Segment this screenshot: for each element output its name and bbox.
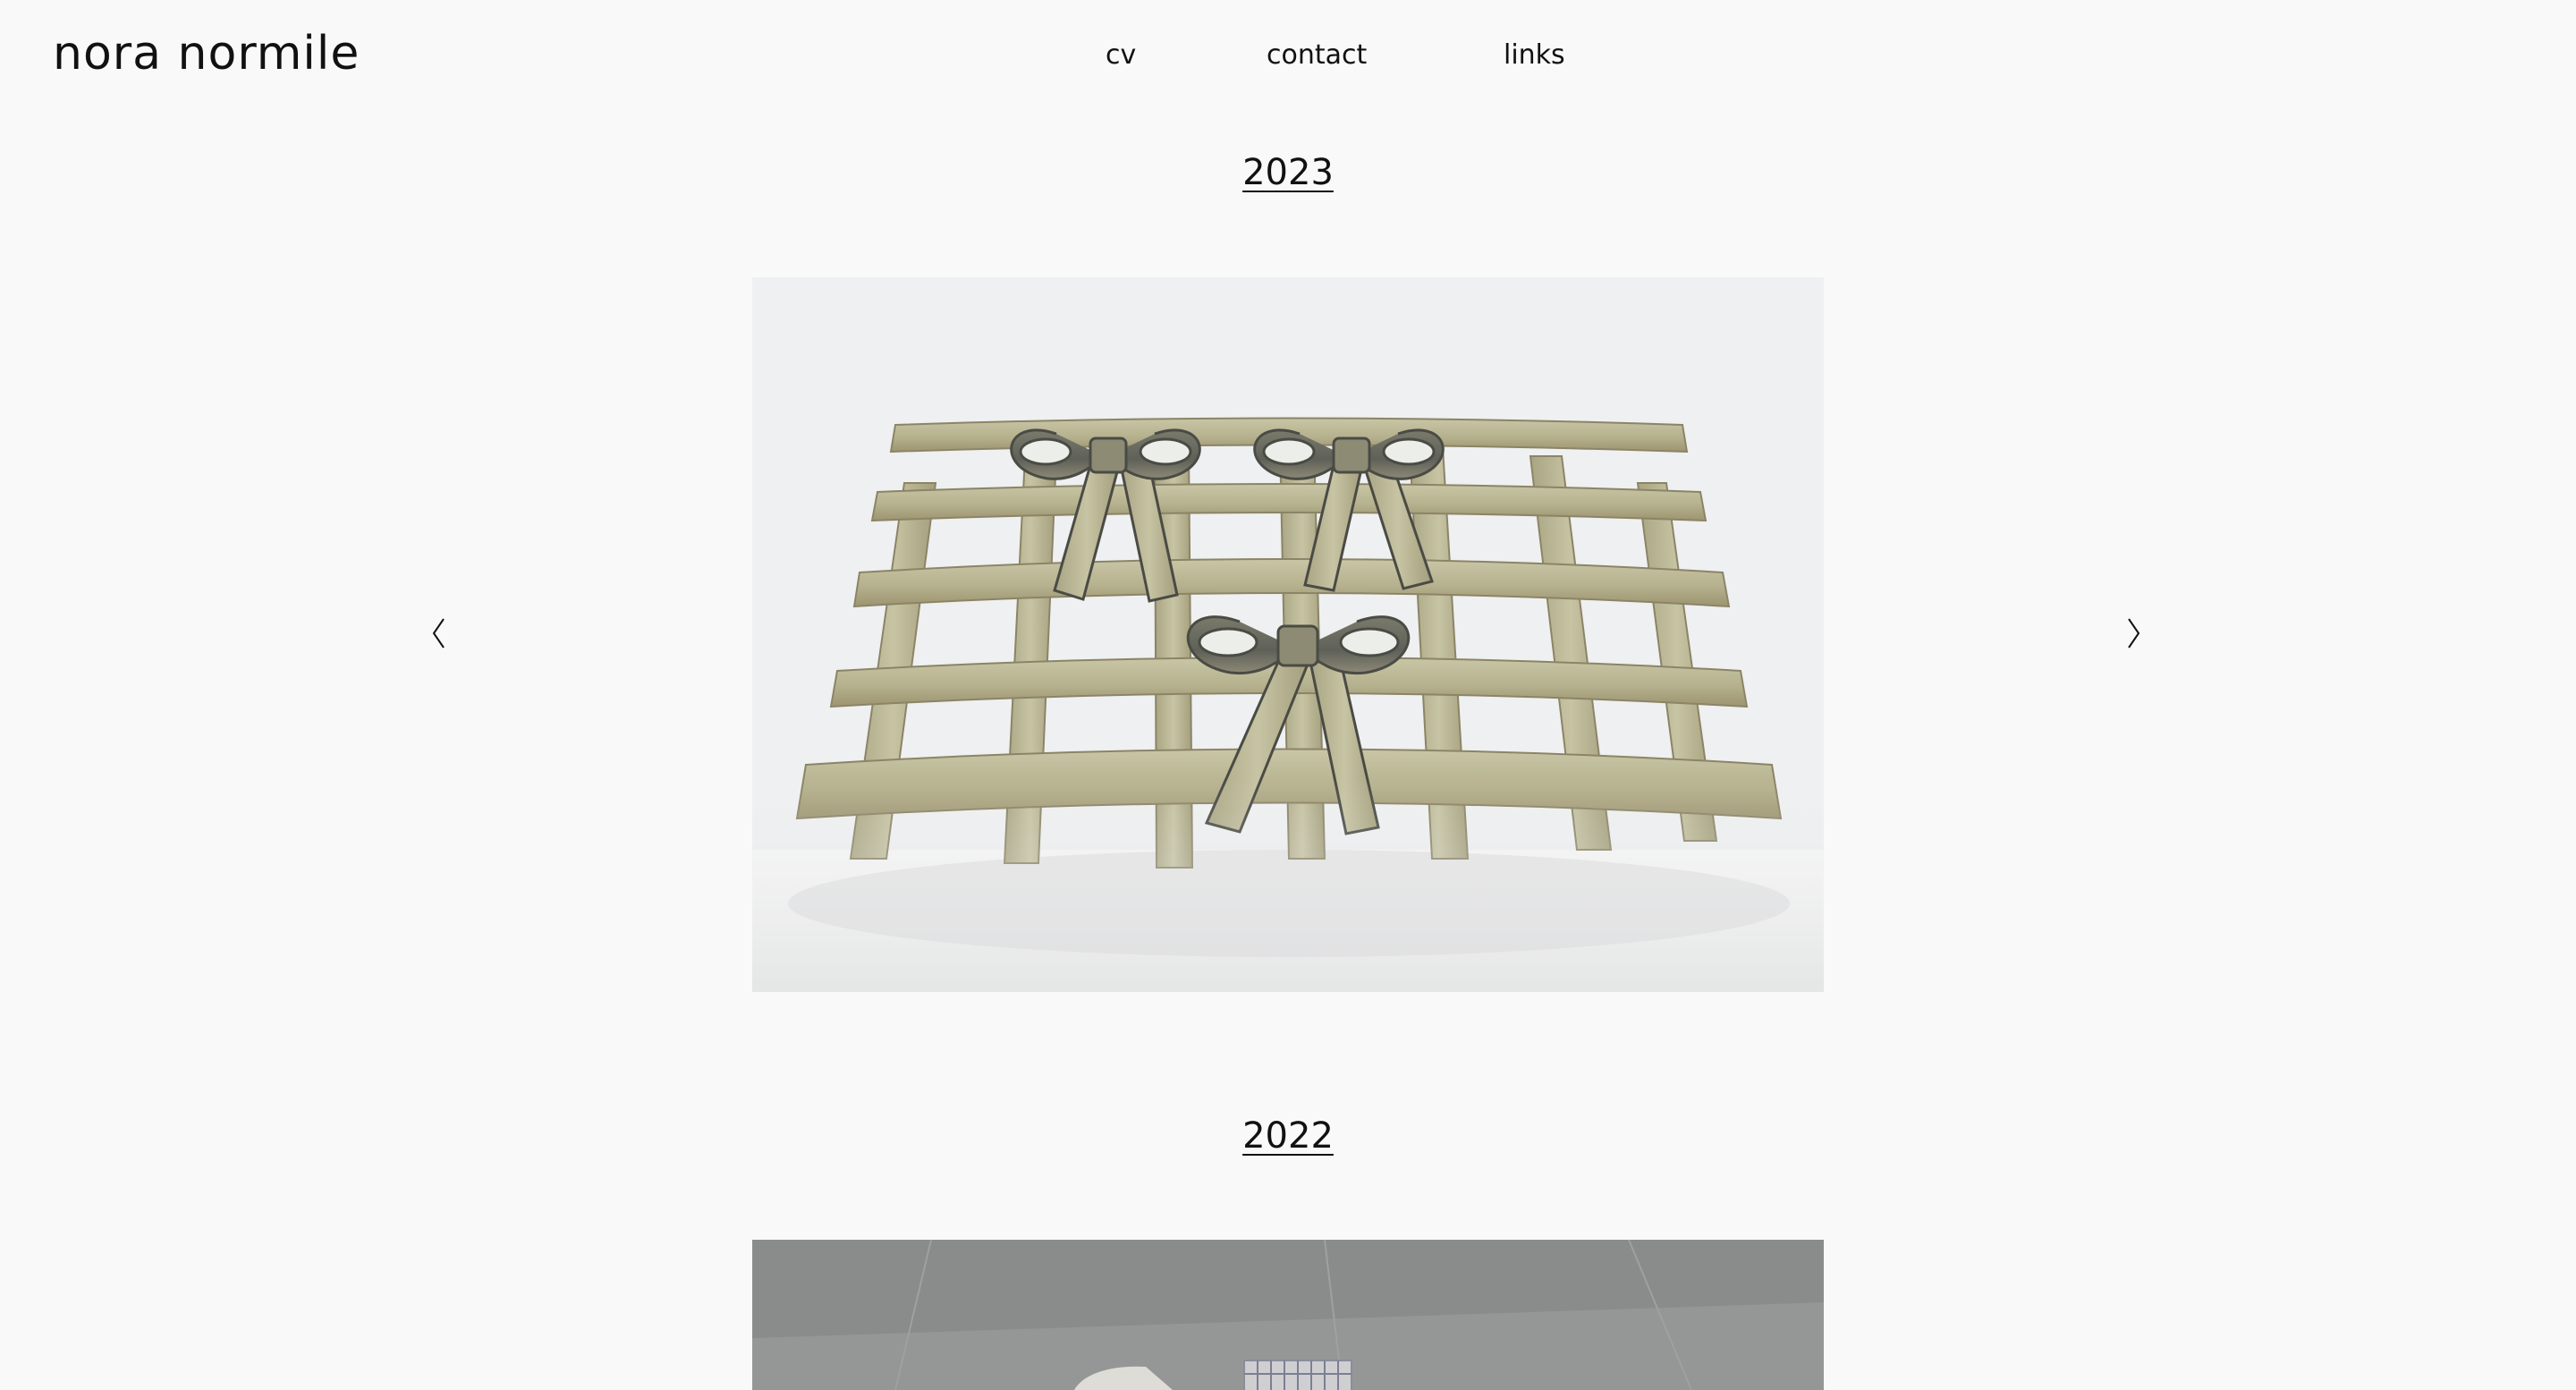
gallery-installation-image (752, 1240, 1824, 1390)
artwork-image-2022[interactable] (752, 1240, 1824, 1390)
year-heading-2022[interactable]: 2022 (0, 1113, 2576, 1159)
nav-contact-link[interactable]: contact (1267, 36, 1367, 75)
nav-links-link[interactable]: links (1504, 36, 1565, 75)
site-title[interactable]: nora normile (53, 25, 360, 82)
slideshow-next-button[interactable] (2116, 614, 2152, 653)
chevron-right-icon (2128, 618, 2140, 648)
artwork-image-2023[interactable] (752, 277, 1824, 992)
chevron-left-icon (432, 618, 445, 648)
slideshow-prev-button[interactable] (420, 614, 456, 653)
year-label[interactable]: 2022 (1242, 1115, 1334, 1157)
year-heading-2023[interactable]: 2023 (0, 149, 2576, 196)
nav-cv-link[interactable]: cv (1106, 36, 1136, 75)
year-label[interactable]: 2023 (1242, 152, 1334, 193)
ceramic-lattice-bows-image (752, 277, 1824, 992)
